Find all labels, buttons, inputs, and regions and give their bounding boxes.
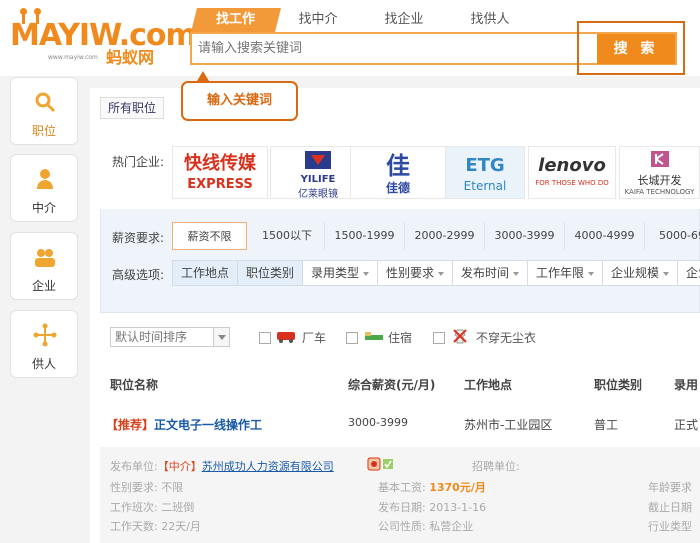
logo-url: www.mayiw.com — [48, 54, 98, 61]
sidebar-item-jobs[interactable]: 职位 — [10, 77, 78, 145]
job-category: 普工 — [594, 418, 619, 432]
search-icon — [35, 92, 56, 113]
company-logo-kaifa[interactable]: 长城开发 KAIFA TECHNOLOGY — [619, 146, 700, 199]
filter-location[interactable]: 工作地点 — [172, 260, 238, 286]
sidebar-item-label: 中介 — [31, 201, 56, 215]
company-logo-lenovo[interactable]: lenovo FOR THOSE WHO DO — [528, 146, 616, 199]
col-header-category: 职位类别 — [594, 378, 643, 392]
filter-company-size[interactable]: 企业规模 — [602, 260, 678, 286]
chevron-down-icon — [363, 271, 370, 276]
work-days: 工作天数: 22天/月 — [110, 520, 201, 533]
bus-icon — [277, 332, 295, 343]
advanced-label: 高级选项: — [112, 268, 165, 282]
checkbox-dorm[interactable] — [346, 332, 358, 344]
salary-option[interactable]: 1500-1999 — [325, 222, 405, 250]
site-logo[interactable]: MAYIW.com www.mayiw.com 蚂蚁网 — [8, 8, 197, 67]
checkbox-label: 不穿无尘衣 — [476, 331, 537, 345]
checkbox-label: 住宿 — [388, 331, 413, 345]
bed-icon — [365, 332, 383, 340]
tab-find-agent[interactable]: 找中介 — [276, 8, 360, 32]
job-hire-type: 正式 — [674, 418, 699, 432]
filter-category[interactable]: 职位类别 — [237, 260, 303, 286]
sidebar-item-agents[interactable]: 中介 — [10, 154, 78, 222]
company-logo-jiade[interactable]: 佳 佳德 — [350, 146, 446, 199]
company-logo-express[interactable]: 快线传媒 EXPRESS — [172, 146, 268, 199]
salary-label: 薪资要求: — [112, 231, 165, 245]
age-requirement: 年龄要求 — [648, 481, 692, 494]
chevron-down-icon — [513, 271, 520, 276]
filter-publish-time[interactable]: 发布时间 — [452, 260, 528, 286]
col-header-salary: 综合薪资(元/月) — [348, 378, 436, 392]
filter-hire-type[interactable]: 录用类型 — [302, 260, 378, 286]
industry-type: 行业类型 — [648, 520, 692, 533]
work-shift: 工作班次: 二班倒 — [110, 501, 195, 514]
no-cleanroom-suit-icon — [453, 329, 467, 344]
sidebar-item-label: 企业 — [31, 279, 56, 293]
base-salary: 基本工资: 1370元/月 — [378, 481, 486, 494]
salary-option[interactable]: 3000-3999 — [485, 222, 565, 250]
checkbox-shuttle[interactable] — [259, 332, 271, 344]
salary-option[interactable]: 5000-6999 — [645, 222, 700, 250]
chevron-down-icon — [663, 271, 670, 276]
company-nature: 公司性质: 私营企业 — [378, 520, 474, 533]
gender-requirement: 性别要求: 不限 — [110, 481, 184, 494]
job-title: 正文电子一线操作工 — [154, 418, 263, 432]
checkbox-no-cleanroom[interactable] — [433, 332, 445, 344]
keyword-callout: 输入关键词 — [181, 71, 298, 121]
recommend-tag: 【推荐】 — [106, 418, 155, 432]
agent-icon — [37, 169, 53, 189]
company-logo-eternal[interactable]: ETG Eternal — [445, 146, 525, 199]
chevron-down-icon — [588, 271, 595, 276]
publisher-row: 发布单位:【中介】苏州成功人力资源有限公司 — [110, 460, 334, 473]
salary-option[interactable]: 1500以下 — [250, 222, 325, 250]
checkbox-label: 厂车 — [302, 331, 327, 345]
job-location: 苏州市-工业园区 — [464, 418, 553, 432]
job-title-link[interactable]: 【推荐】正文电子一线操作工 — [106, 416, 262, 433]
col-header-location: 工作地点 — [464, 378, 513, 392]
col-header-hire-type: 录用 — [674, 378, 699, 392]
search-input[interactable] — [198, 34, 578, 63]
filter-gender[interactable]: 性别要求 — [377, 260, 453, 286]
sidebar-item-companies[interactable]: 企业 — [10, 232, 78, 300]
col-header-title: 职位名称 — [110, 378, 159, 392]
filter-experience[interactable]: 工作年限 — [527, 260, 603, 286]
deadline: 截止日期 — [648, 501, 692, 514]
salary-option-any[interactable]: 薪资不限 — [172, 222, 247, 250]
salary-option[interactable]: 2000-2999 — [405, 222, 485, 250]
tab-find-company[interactable]: 找企业 — [362, 8, 446, 32]
job-salary: 3000-3999 — [348, 416, 408, 429]
yilife-emblem-icon — [305, 151, 331, 169]
recruiter-label: 招聘单位: — [472, 460, 520, 473]
filter-company[interactable]: 企业 — [677, 260, 700, 286]
sort-select[interactable]: 默认时间排序 — [110, 327, 230, 347]
logo-brand: MAYIW.com — [10, 18, 197, 53]
certified-badge-icon — [367, 457, 393, 471]
hot-companies-label: 热门企业: — [112, 155, 165, 169]
sidebar-item-label: 职位 — [31, 124, 56, 138]
chevron-down-icon — [213, 328, 229, 346]
search-button[interactable]: 搜 索 — [597, 34, 675, 64]
sidebar-item-suppliers[interactable]: 供人 — [10, 310, 78, 378]
publish-date: 发布日期: 2013-1-16 — [378, 501, 487, 514]
chevron-down-icon — [438, 271, 445, 276]
network-icon — [33, 323, 57, 347]
company-icon — [35, 249, 55, 267]
salary-option[interactable]: 4000-4999 — [565, 222, 645, 250]
sidebar-item-label: 供人 — [31, 357, 56, 371]
kaifa-emblem-icon — [650, 151, 669, 167]
publisher-link[interactable]: 苏州成功人力资源有限公司 — [202, 460, 334, 473]
tab-find-supplier[interactable]: 找供人 — [448, 8, 532, 32]
tab-find-job[interactable]: 找工作 — [191, 8, 281, 32]
logo-cn: 蚂蚁网 — [106, 48, 155, 67]
breadcrumb[interactable]: 所有职位 — [100, 97, 165, 119]
